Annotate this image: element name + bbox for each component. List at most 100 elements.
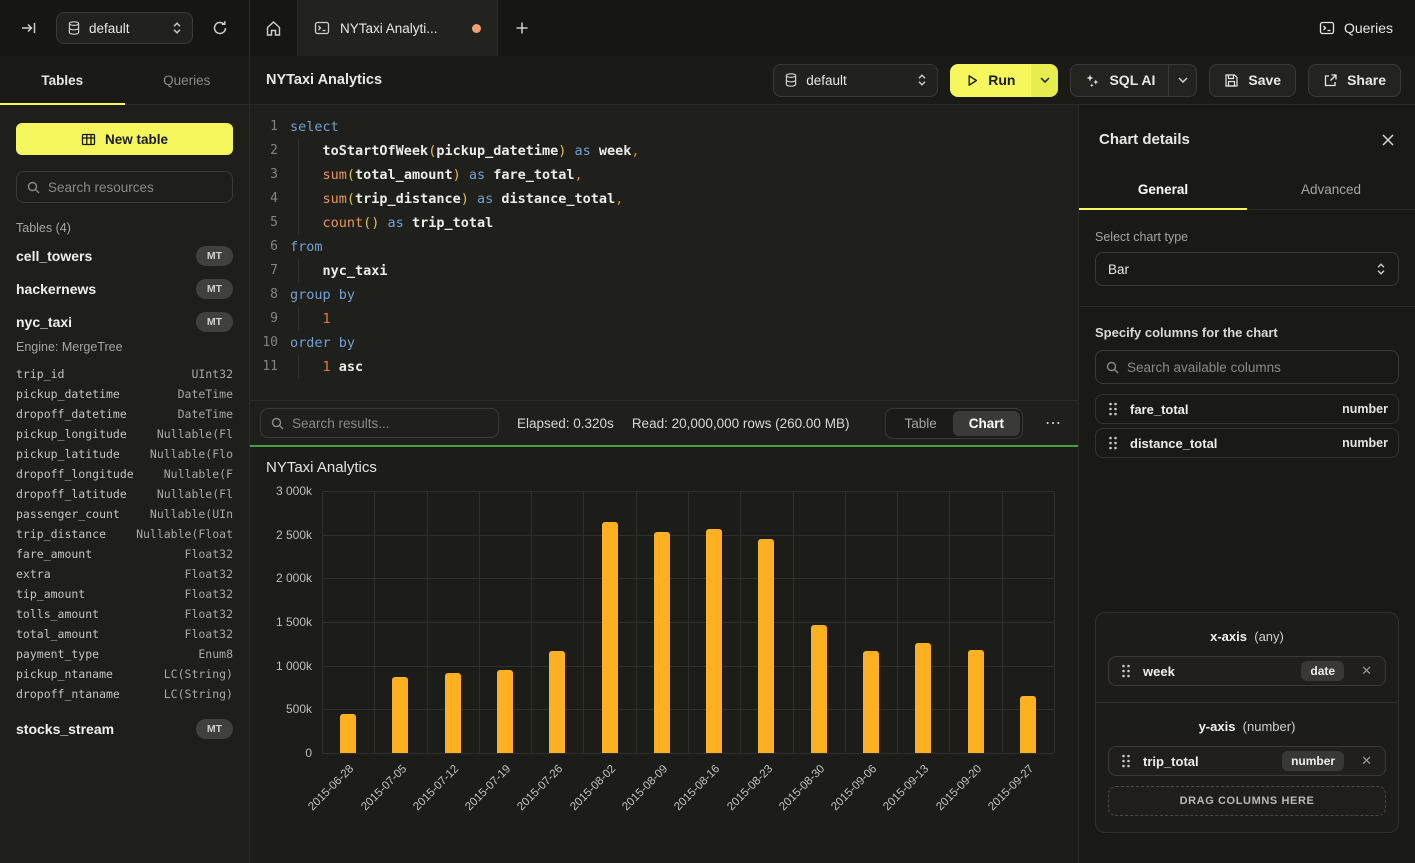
sql-editor[interactable]: 1select2 toStartOfWeek(pickup_datetime) … (250, 105, 1078, 400)
drag-handle-icon[interactable] (1121, 754, 1131, 768)
main-column: 1select2 toStartOfWeek(pickup_datetime) … (250, 105, 1078, 863)
code-line: 2 toStartOfWeek(pickup_datetime) as week… (250, 139, 1078, 163)
x-tick-label: 2015-09-06 (829, 763, 879, 813)
new-tab-button[interactable] (498, 0, 546, 56)
column-row: pickup_datetimeDateTime (16, 384, 233, 404)
sidebar-tab-queries[interactable]: Queries (125, 56, 250, 104)
x-axis-section: x-axis (any) weekdate✕ (1096, 613, 1398, 702)
bar (392, 677, 408, 753)
run-options-button[interactable] (1031, 64, 1058, 97)
save-button[interactable]: Save (1209, 64, 1296, 97)
queries-icon (1319, 20, 1335, 36)
drag-handle-icon[interactable] (1121, 664, 1131, 678)
table-engine: Engine: MergeTree (16, 340, 233, 354)
sql-ai-label: SQL AI (1109, 72, 1155, 88)
available-columns-list: fare_totalnumber distance_totalnumber (1095, 394, 1399, 458)
more-options-button[interactable]: ⋯ (1041, 413, 1066, 433)
table-item-stocks_stream[interactable]: stocks_streamMT (16, 712, 233, 745)
code-line: 1select (250, 115, 1078, 139)
sql-ai-button[interactable]: SQL AI (1070, 64, 1197, 97)
remove-icon[interactable]: ✕ (1356, 663, 1377, 679)
table-item-cell_towers[interactable]: cell_towersMT (16, 239, 233, 272)
database-selector[interactable]: default (56, 12, 193, 44)
y-tick-label: 2 500k (276, 528, 312, 542)
gridline (583, 491, 584, 753)
column-row: pickup_ntanameLC(String) (16, 664, 233, 684)
chart-type-select[interactable]: Bar (1095, 252, 1399, 286)
results-search[interactable] (260, 408, 499, 438)
resources-search-input[interactable] (48, 180, 225, 195)
share-button-label: Share (1347, 72, 1386, 88)
share-icon (1323, 73, 1338, 88)
close-icon[interactable] (1381, 133, 1395, 147)
query-header: NYTaxi Analytics default Run (250, 56, 1415, 104)
bar (1020, 696, 1036, 753)
line-number: 5 (250, 211, 278, 235)
collapse-sidebar-button[interactable] (14, 13, 44, 43)
sql-ai-options-button[interactable] (1168, 65, 1196, 96)
y-axis-chips: trip_totalnumber✕ (1108, 746, 1386, 776)
column-row: fare_amountFloat32 (16, 544, 233, 564)
gridline (845, 491, 846, 753)
topbar-spacer (546, 0, 1297, 56)
home-tab-button[interactable] (250, 0, 298, 56)
drag-handle-icon[interactable] (1108, 402, 1118, 416)
drag-handle-icon[interactable] (1108, 436, 1118, 450)
y-tick-label: 500k (286, 702, 312, 716)
column-row: passenger_countNullable(UIn (16, 504, 233, 524)
bar (863, 651, 879, 753)
x-tick-label: 2015-08-23 (725, 763, 775, 813)
bar (445, 673, 461, 753)
share-button[interactable]: Share (1308, 64, 1401, 97)
x-tick-label: 2015-07-19 (463, 763, 513, 813)
view-toggle-table[interactable]: Table (888, 411, 952, 436)
available-column-chip[interactable]: distance_totalnumber (1095, 428, 1399, 458)
save-icon (1224, 73, 1239, 88)
gridline (479, 491, 480, 753)
view-toggle-chart[interactable]: Chart (953, 411, 1020, 436)
axis-column-chip[interactable]: trip_totalnumber✕ (1108, 746, 1386, 776)
sidebar-tab-tables[interactable]: Tables (0, 56, 125, 104)
x-axis-chips: weekdate✕ (1108, 656, 1386, 686)
divider (1079, 306, 1415, 307)
content-row: New table Tables (4) cell_towersMThacker… (0, 105, 1415, 863)
table-item-nyc_taxi[interactable]: nyc_taxiMT (16, 305, 233, 338)
bar (706, 529, 722, 753)
drop-zone[interactable]: DRAG COLUMNS HERE (1108, 786, 1386, 816)
x-tick-label: 2015-09-20 (934, 763, 984, 813)
sidebar: New table Tables (4) cell_towersMThacker… (0, 105, 250, 863)
columns-search[interactable] (1095, 350, 1399, 384)
code-line: 11 1 asc (250, 355, 1078, 379)
column-row: pickup_latitudeNullable(Flo (16, 444, 233, 464)
available-column-chip[interactable]: fare_totalnumber (1095, 394, 1399, 424)
search-icon (271, 417, 284, 430)
query-tab[interactable]: NYTaxi Analyti... (298, 0, 498, 56)
gridline (740, 491, 741, 753)
tab-advanced[interactable]: Advanced (1247, 170, 1415, 209)
new-table-button[interactable]: New table (16, 123, 233, 155)
remove-icon[interactable]: ✕ (1356, 753, 1377, 769)
axis-column-chip[interactable]: weekdate✕ (1108, 656, 1386, 686)
tab-general[interactable]: General (1079, 170, 1247, 209)
gridline (1002, 491, 1003, 753)
bar (549, 651, 565, 753)
chart-section: NYTaxi Analytics 3 000k2 500k2 000k1 500… (250, 445, 1078, 863)
elapsed-stat: Elapsed: 0.320s (517, 416, 614, 431)
columns-search-input[interactable] (1127, 360, 1388, 375)
axes-box: x-axis (any) weekdate✕ y-axis (number) t… (1095, 612, 1399, 833)
refresh-button[interactable] (205, 13, 235, 43)
queries-button[interactable]: Queries (1297, 0, 1415, 56)
run-button[interactable]: Run (950, 64, 1031, 97)
tables-section-label: Tables (4) (16, 221, 233, 235)
bar (602, 522, 618, 753)
chart-details-tabs: General Advanced (1079, 170, 1415, 210)
x-tick-label: 2015-09-27 (986, 763, 1036, 813)
x-tick-label: 2015-07-12 (411, 763, 461, 813)
column-row: dropoff_latitudeNullable(Fl (16, 484, 233, 504)
database-icon (784, 73, 798, 87)
resources-search[interactable] (16, 171, 233, 203)
bar (497, 670, 513, 753)
table-item-hackernews[interactable]: hackernewsMT (16, 272, 233, 305)
results-search-input[interactable] (292, 416, 488, 431)
header-database-selector[interactable]: default (773, 64, 938, 97)
